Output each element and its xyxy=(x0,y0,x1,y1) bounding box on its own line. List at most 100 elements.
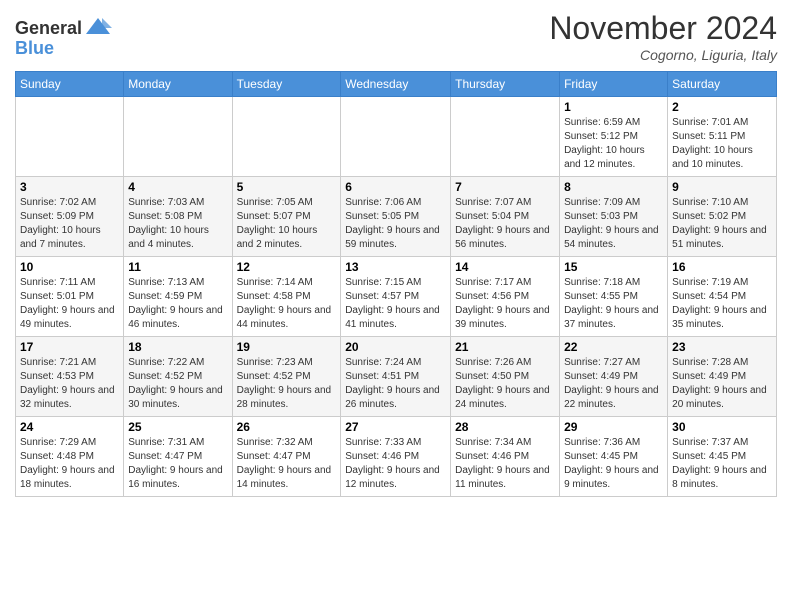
day-number: 25 xyxy=(128,420,227,434)
calendar-cell: 1Sunrise: 6:59 AM Sunset: 5:12 PM Daylig… xyxy=(560,97,668,177)
page-container: General Blue November 2024 Cogorno, Ligu… xyxy=(0,0,792,507)
day-info: Sunrise: 7:01 AM Sunset: 5:11 PM Dayligh… xyxy=(672,116,772,172)
day-number: 28 xyxy=(455,420,555,434)
day-info: Sunrise: 7:17 AM Sunset: 4:56 PM Dayligh… xyxy=(455,276,555,332)
calendar-cell: 10 Sunrise: 7:11 AM Sunset: 5:01 PM Dayli… xyxy=(16,257,124,337)
col-sunday: Sunday xyxy=(16,72,124,97)
calendar-cell: 24 Sunrise: 7:29 AM Sunset: 4:48 PM Dayli… xyxy=(16,417,124,497)
calendar-cell: 8Sunrise: 7:09 AM Sunset: 5:03 PM Daylig… xyxy=(560,177,668,257)
calendar-cell: 13 Sunrise: 7:15 AM Sunset: 4:57 PM Dayli… xyxy=(341,257,451,337)
calendar-cell: 6 Sunrise: 7:06 AM Sunset: 5:05 PM Daylig… xyxy=(341,177,451,257)
title-block: November 2024 Cogorno, Liguria, Italy xyxy=(549,10,777,63)
calendar-week-3: 10 Sunrise: 7:11 AM Sunset: 5:01 PM Dayli… xyxy=(16,257,777,337)
calendar-cell: 15 Sunrise: 7:18 AM Sunset: 4:55 PM Dayli… xyxy=(560,257,668,337)
day-info: Sunrise: 7:22 AM Sunset: 4:52 PM Dayligh… xyxy=(128,356,227,412)
calendar-cell: 18 Sunrise: 7:22 AM Sunset: 4:52 PM Dayli… xyxy=(124,337,232,417)
calendar-cell: 11 Sunrise: 7:13 AM Sunset: 4:59 PM Dayli… xyxy=(124,257,232,337)
day-number: 14 xyxy=(455,260,555,274)
day-number: 4 xyxy=(128,180,227,194)
calendar-cell xyxy=(232,97,341,177)
day-info: Sunrise: 7:05 AM Sunset: 5:07 PM Dayligh… xyxy=(237,196,337,252)
day-number: 29 xyxy=(564,420,663,434)
day-number: 12 xyxy=(237,260,337,274)
day-info: Sunrise: 7:26 AM Sunset: 4:50 PM Dayligh… xyxy=(455,356,555,412)
day-number: 10 xyxy=(20,260,119,274)
day-info: Sunrise: 7:32 AM Sunset: 4:47 PM Dayligh… xyxy=(237,436,337,492)
day-info: Sunrise: 7:15 AM Sunset: 4:57 PM Dayligh… xyxy=(345,276,446,332)
calendar-cell: 30Sunrise: 7:37 AM Sunset: 4:45 PM Dayli… xyxy=(668,417,777,497)
day-info: Sunrise: 7:06 AM Sunset: 5:05 PM Dayligh… xyxy=(345,196,446,252)
calendar-cell: 20Sunrise: 7:24 AM Sunset: 4:51 PM Dayli… xyxy=(341,337,451,417)
calendar-cell xyxy=(16,97,124,177)
day-number: 2 xyxy=(672,100,772,114)
day-info: Sunrise: 7:19 AM Sunset: 4:54 PM Dayligh… xyxy=(672,276,772,332)
day-number: 18 xyxy=(128,340,227,354)
day-info: Sunrise: 7:29 AM Sunset: 4:48 PM Dayligh… xyxy=(20,436,119,492)
calendar-week-4: 17Sunrise: 7:21 AM Sunset: 4:53 PM Dayli… xyxy=(16,337,777,417)
calendar-cell: 7 Sunrise: 7:07 AM Sunset: 5:04 PM Daylig… xyxy=(451,177,560,257)
day-number: 17 xyxy=(20,340,119,354)
calendar-cell: 29 Sunrise: 7:36 AM Sunset: 4:45 PM Dayli… xyxy=(560,417,668,497)
day-info: Sunrise: 7:24 AM Sunset: 4:51 PM Dayligh… xyxy=(345,356,446,412)
day-info: Sunrise: 7:27 AM Sunset: 4:49 PM Dayligh… xyxy=(564,356,663,412)
calendar-cell: 12 Sunrise: 7:14 AM Sunset: 4:58 PM Dayli… xyxy=(232,257,341,337)
day-info: Sunrise: 7:18 AM Sunset: 4:55 PM Dayligh… xyxy=(564,276,663,332)
calendar-cell xyxy=(124,97,232,177)
header: General Blue November 2024 Cogorno, Ligu… xyxy=(15,10,777,63)
day-number: 15 xyxy=(564,260,663,274)
col-tuesday: Tuesday xyxy=(232,72,341,97)
calendar-cell: 28Sunrise: 7:34 AM Sunset: 4:46 PM Dayli… xyxy=(451,417,560,497)
day-info: Sunrise: 7:36 AM Sunset: 4:45 PM Dayligh… xyxy=(564,436,663,492)
day-info: Sunrise: 7:33 AM Sunset: 4:46 PM Dayligh… xyxy=(345,436,446,492)
calendar-week-1: 1Sunrise: 6:59 AM Sunset: 5:12 PM Daylig… xyxy=(16,97,777,177)
day-number: 11 xyxy=(128,260,227,274)
day-number: 24 xyxy=(20,420,119,434)
day-number: 21 xyxy=(455,340,555,354)
day-number: 26 xyxy=(237,420,337,434)
calendar-header-row: Sunday Monday Tuesday Wednesday Thursday… xyxy=(16,72,777,97)
day-number: 9 xyxy=(672,180,772,194)
calendar-week-5: 24 Sunrise: 7:29 AM Sunset: 4:48 PM Dayli… xyxy=(16,417,777,497)
col-saturday: Saturday xyxy=(668,72,777,97)
calendar-cell: 5 Sunrise: 7:05 AM Sunset: 5:07 PM Daylig… xyxy=(232,177,341,257)
day-number: 23 xyxy=(672,340,772,354)
day-number: 19 xyxy=(237,340,337,354)
col-thursday: Thursday xyxy=(451,72,560,97)
day-number: 5 xyxy=(237,180,337,194)
calendar-cell: 26 Sunrise: 7:32 AM Sunset: 4:47 PM Dayli… xyxy=(232,417,341,497)
calendar-cell: 3Sunrise: 7:02 AM Sunset: 5:09 PM Daylig… xyxy=(16,177,124,257)
day-number: 13 xyxy=(345,260,446,274)
day-info: Sunrise: 7:14 AM Sunset: 4:58 PM Dayligh… xyxy=(237,276,337,332)
calendar-cell xyxy=(341,97,451,177)
day-number: 3 xyxy=(20,180,119,194)
calendar-cell xyxy=(451,97,560,177)
calendar-cell: 9 Sunrise: 7:10 AM Sunset: 5:02 PM Daylig… xyxy=(668,177,777,257)
calendar: Sunday Monday Tuesday Wednesday Thursday… xyxy=(15,71,777,497)
day-info: Sunrise: 7:10 AM Sunset: 5:02 PM Dayligh… xyxy=(672,196,772,252)
calendar-cell: 22Sunrise: 7:27 AM Sunset: 4:49 PM Dayli… xyxy=(560,337,668,417)
day-number: 16 xyxy=(672,260,772,274)
day-info: Sunrise: 7:03 AM Sunset: 5:08 PM Dayligh… xyxy=(128,196,227,252)
col-wednesday: Wednesday xyxy=(341,72,451,97)
day-info: Sunrise: 7:23 AM Sunset: 4:52 PM Dayligh… xyxy=(237,356,337,412)
calendar-cell: 16 Sunrise: 7:19 AM Sunset: 4:54 PM Dayli… xyxy=(668,257,777,337)
day-number: 6 xyxy=(345,180,446,194)
logo: General Blue xyxy=(15,14,112,59)
calendar-cell: 23 Sunrise: 7:28 AM Sunset: 4:49 PM Dayli… xyxy=(668,337,777,417)
location: Cogorno, Liguria, Italy xyxy=(549,47,777,63)
logo-general-text: General xyxy=(15,18,82,39)
calendar-cell: 21 Sunrise: 7:26 AM Sunset: 4:50 PM Dayli… xyxy=(451,337,560,417)
calendar-cell: 27 Sunrise: 7:33 AM Sunset: 4:46 PM Dayli… xyxy=(341,417,451,497)
day-info: Sunrise: 7:07 AM Sunset: 5:04 PM Dayligh… xyxy=(455,196,555,252)
logo-icon xyxy=(84,14,112,42)
col-friday: Friday xyxy=(560,72,668,97)
calendar-cell: 17Sunrise: 7:21 AM Sunset: 4:53 PM Dayli… xyxy=(16,337,124,417)
day-info: Sunrise: 7:09 AM Sunset: 5:03 PM Dayligh… xyxy=(564,196,663,252)
day-number: 27 xyxy=(345,420,446,434)
day-info: Sunrise: 7:13 AM Sunset: 4:59 PM Dayligh… xyxy=(128,276,227,332)
day-info: Sunrise: 7:28 AM Sunset: 4:49 PM Dayligh… xyxy=(672,356,772,412)
day-info: Sunrise: 7:11 AM Sunset: 5:01 PM Dayligh… xyxy=(20,276,119,332)
day-number: 30 xyxy=(672,420,772,434)
day-number: 7 xyxy=(455,180,555,194)
col-monday: Monday xyxy=(124,72,232,97)
